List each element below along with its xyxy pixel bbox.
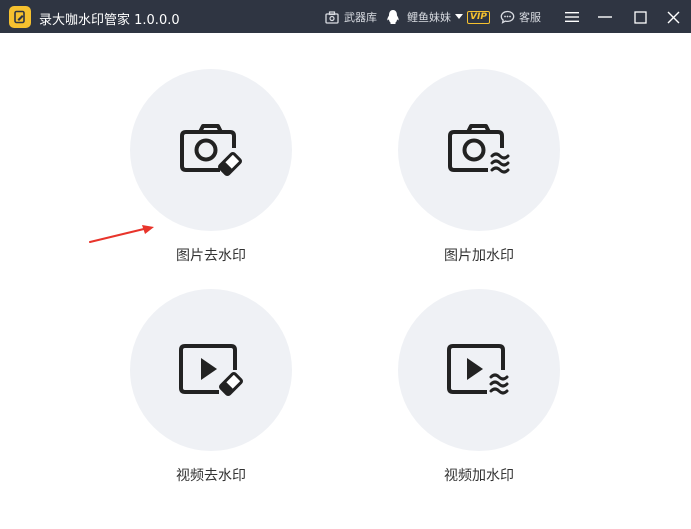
maximize-button[interactable] [629, 6, 651, 28]
minimize-button[interactable] [594, 6, 616, 28]
user-name: 鲤鱼妹妹 [407, 11, 451, 24]
menu-button[interactable] [561, 6, 583, 28]
caret-down-icon [455, 14, 463, 19]
feature-circle[interactable] [398, 69, 560, 231]
video-wave-icon [447, 344, 509, 395]
service-label: 客服 [519, 11, 541, 24]
feature-label: 图片加水印 [444, 248, 514, 264]
toolbox-icon [325, 10, 339, 24]
video-eraser-icon [179, 344, 243, 396]
feature-image-add-watermark[interactable]: 图片加水印 [398, 69, 560, 265]
service-button[interactable]: 客服 [500, 8, 541, 26]
user-menu[interactable]: 鲤鱼妹妹 VIP [386, 8, 490, 26]
arsenal-label: 武器库 [344, 11, 377, 24]
app-logo-icon [9, 6, 31, 28]
feature-circle[interactable] [398, 289, 560, 451]
minimize-icon [598, 16, 612, 18]
annotation-arrow-icon [89, 225, 154, 243]
app-title: 录大咖水印管家 1.0.0.0 [39, 13, 180, 28]
feature-circle[interactable] [130, 289, 292, 451]
title-bar: 录大咖水印管家 1.0.0.0 武器库 鲤鱼妹妹 VIP 客服 [0, 0, 691, 33]
qq-penguin-icon [387, 10, 399, 24]
vip-badge: VIP [467, 10, 490, 24]
hamburger-menu-icon [565, 12, 579, 22]
feature-label: 图片去水印 [176, 248, 246, 264]
arsenal-button[interactable]: 武器库 [325, 8, 377, 26]
chat-bubble-icon [500, 10, 515, 24]
feature-label: 视频加水印 [444, 468, 514, 484]
maximize-icon [633, 10, 647, 24]
camera-eraser-icon [180, 124, 242, 176]
close-icon [667, 11, 679, 23]
feature-circle[interactable] [130, 69, 292, 231]
feature-label: 视频去水印 [176, 468, 246, 484]
feature-video-remove-watermark[interactable]: 视频去水印 [130, 289, 292, 485]
camera-wave-icon [448, 124, 510, 174]
close-button[interactable] [662, 6, 684, 28]
feature-video-add-watermark[interactable]: 视频加水印 [398, 289, 560, 485]
